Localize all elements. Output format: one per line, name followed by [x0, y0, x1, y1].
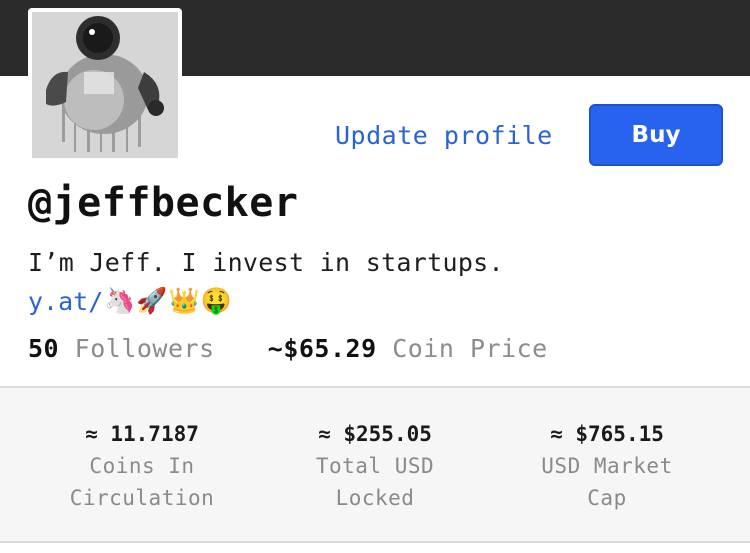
- profile-handle: @jeffbecker: [28, 180, 299, 226]
- coin-price-label: Coin Price: [392, 334, 548, 363]
- metric-coins-in-circulation: ≈ 11.7187 Coins In Circulation: [42, 418, 242, 514]
- metric-usd-market-cap: ≈ $765.15 USD Market Cap: [507, 418, 707, 514]
- astronaut-avatar-icon: [32, 12, 178, 158]
- coin-price-stat: ~$65.29 Coin Price: [268, 334, 548, 363]
- avatar[interactable]: [28, 8, 182, 162]
- profile-stats: 50 Followers ~$65.29 Coin Price: [28, 334, 548, 363]
- metric-label-line1: Total USD: [315, 454, 435, 478]
- buy-button[interactable]: Buy: [589, 104, 723, 166]
- metric-label-line1: USD Market: [541, 454, 673, 478]
- profile-bio: I’m Jeff. I invest in startups.: [28, 248, 504, 277]
- followers-label: Followers: [74, 334, 215, 363]
- profile-link[interactable]: y.at/ 🦄 🚀 👑 🤑: [28, 284, 232, 318]
- followers-count: 50: [28, 334, 60, 363]
- metric-label-line1: Coins In: [89, 454, 195, 478]
- rocket-emoji-icon: 🚀: [136, 286, 168, 315]
- metric-label-line2: Circulation: [69, 486, 215, 510]
- crown-emoji-icon: 👑: [168, 286, 200, 315]
- unicorn-emoji-icon: 🦄: [104, 286, 136, 315]
- metric-label-line2: Locked: [335, 486, 415, 510]
- profile-link-text[interactable]: y.at/: [28, 287, 103, 316]
- metric-value: ≈ $765.15: [550, 422, 664, 446]
- metric-value: ≈ $255.05: [318, 422, 432, 446]
- metric-label-line2: Cap: [587, 486, 627, 510]
- metric-value: ≈ 11.7187: [85, 422, 199, 446]
- metric-total-usd-locked: ≈ $255.05 Total USD Locked: [275, 418, 475, 514]
- divider: [0, 541, 750, 543]
- coin-price-value: ~$65.29: [267, 334, 377, 363]
- money-mouth-emoji-icon: 🤑: [200, 286, 232, 315]
- followers-stat[interactable]: 50 Followers: [28, 334, 230, 363]
- update-profile-link[interactable]: Update profile: [335, 118, 553, 154]
